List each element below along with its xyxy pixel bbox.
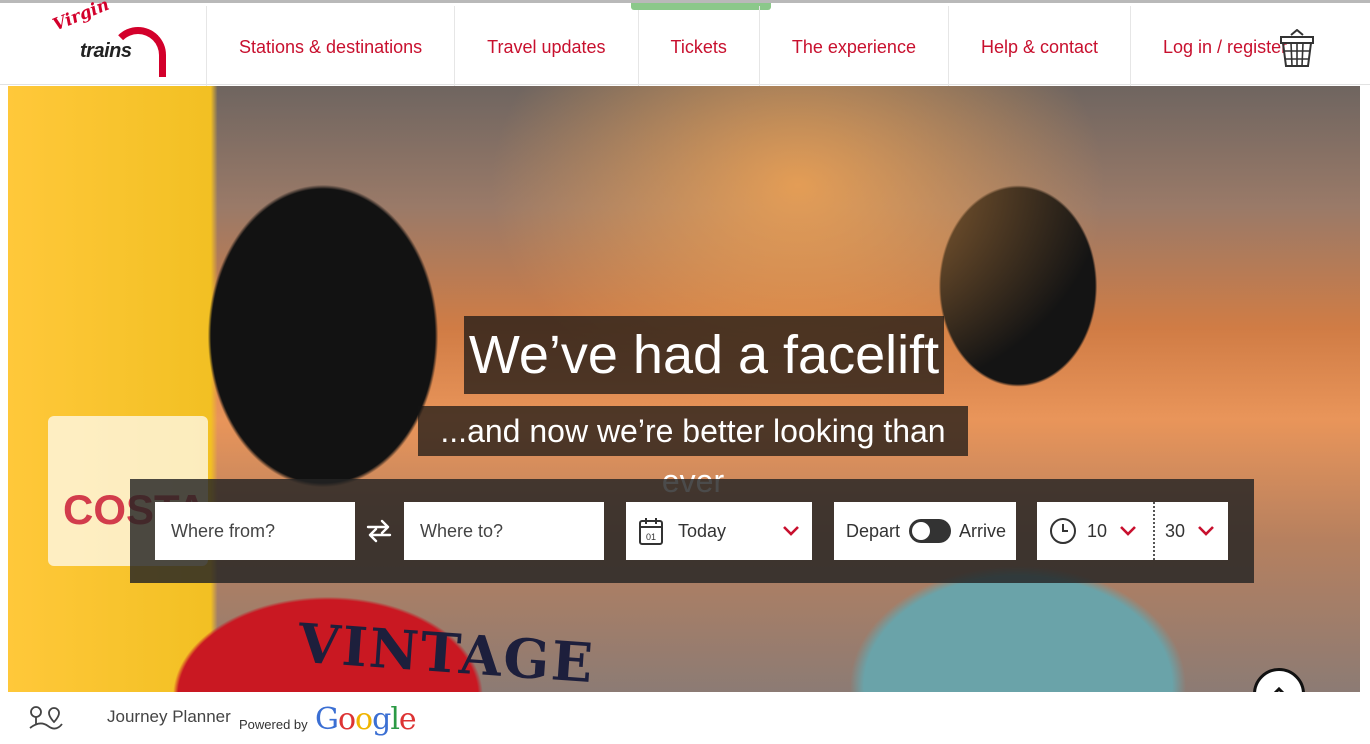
- to-input[interactable]: [404, 502, 604, 560]
- journey-planner-bar: Journey Planner Powered by Google: [0, 692, 1370, 744]
- depart-arrive-toggle[interactable]: [908, 519, 951, 543]
- toggle-knob: [911, 522, 930, 540]
- nav-tickets[interactable]: Tickets: [630, 3, 772, 88]
- date-value: Today: [678, 520, 727, 541]
- journey-planner-link[interactable]: Journey Planner: [107, 707, 231, 727]
- depart-arrive-toggle-field: Depart Arrive: [834, 502, 1016, 560]
- calendar-day: 01: [646, 532, 656, 542]
- hero-shirt-text: VINTAGE: [296, 610, 597, 692]
- nav-stations-destinations[interactable]: Stations & destinations: [206, 6, 454, 88]
- powered-by-label: Powered by: [239, 717, 308, 732]
- from-field[interactable]: [155, 502, 355, 560]
- hero-subline: ...and now we’re better looking than eve…: [418, 406, 968, 499]
- journey-search-panel: 01 Today Depart Arrive 10 30: [130, 479, 1254, 583]
- hero-banner: COSTA VINTAGE We’ve had a facelift ...an…: [8, 86, 1360, 692]
- arrive-label[interactable]: Arrive: [959, 521, 1006, 542]
- to-field[interactable]: [404, 502, 604, 560]
- main-nav: Stations & destinations Travel updates T…: [206, 3, 1319, 88]
- date-select[interactable]: 01 Today: [626, 502, 812, 560]
- minute-chevron-down-icon[interactable]: [1197, 525, 1215, 537]
- depart-label[interactable]: Depart: [846, 521, 900, 542]
- calendar-icon: 01: [639, 518, 663, 545]
- logo-trains-text: trains: [80, 40, 132, 62]
- virgin-trains-logo[interactable]: Virgin trains: [40, 0, 170, 77]
- nav-the-experience[interactable]: The experience: [758, 6, 948, 88]
- chevron-down-icon: [783, 526, 799, 536]
- nav-travel-updates[interactable]: Travel updates: [454, 6, 637, 88]
- logo-virgin-text: Virgin: [50, 0, 113, 36]
- nav-help-contact[interactable]: Help & contact: [947, 6, 1130, 88]
- clock-icon: [1050, 518, 1076, 544]
- hero-headline: We’ve had a facelift: [464, 316, 944, 394]
- time-select: 10 30: [1037, 502, 1228, 560]
- google-logo: Google: [315, 702, 417, 737]
- minute-value[interactable]: 30: [1165, 521, 1197, 542]
- time-separator: [1153, 502, 1155, 560]
- swap-stations-icon[interactable]: [364, 517, 394, 545]
- hour-value[interactable]: 10: [1087, 521, 1119, 542]
- hour-chevron-down-icon[interactable]: [1119, 525, 1137, 537]
- route-map-icon[interactable]: [28, 704, 64, 732]
- basket-icon[interactable]: [1278, 29, 1316, 69]
- from-input[interactable]: [155, 502, 355, 560]
- site-header: Virgin trains Stations & destinations Tr…: [0, 0, 1370, 88]
